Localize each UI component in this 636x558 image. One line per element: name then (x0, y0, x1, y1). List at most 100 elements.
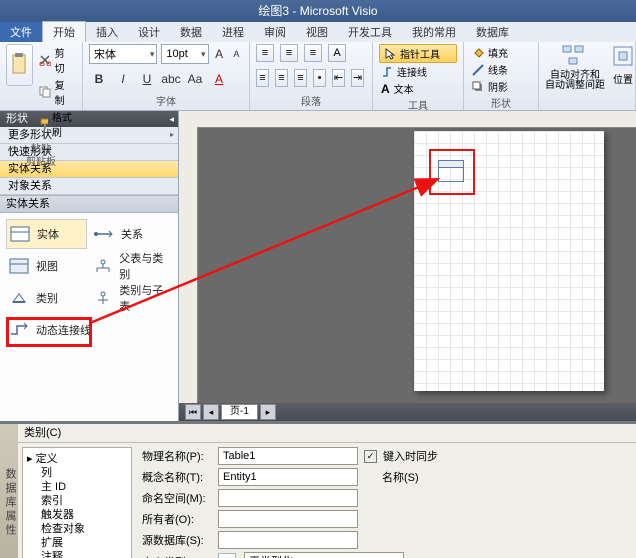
align-left-button[interactable]: ≡ (256, 69, 269, 87)
stencil: 实体 关系 视图 父表与类别 类别 (0, 213, 178, 421)
auto-align-button[interactable]: 自动对齐和 自动调整间距 (545, 44, 605, 91)
tab-process[interactable]: 进程 (212, 22, 254, 42)
dynamic-icon (8, 321, 30, 339)
conc-label: 概念名称(T): (142, 469, 212, 485)
entity-icon (9, 225, 31, 243)
tab-file[interactable]: 文件 (0, 22, 42, 42)
group-label-para: 段落 (256, 93, 366, 108)
tab-dev[interactable]: 开发工具 (338, 22, 402, 42)
strike-button[interactable]: abc (161, 69, 181, 89)
phys-label: 物理名称(P): (142, 448, 212, 464)
shadow-button[interactable]: 阴影 (470, 78, 532, 95)
tab-nav-prev[interactable]: ◂ (203, 404, 219, 420)
position-button[interactable]: 位置 (611, 44, 635, 86)
view-icon (8, 257, 30, 275)
fill-button[interactable]: 填充 (470, 44, 532, 61)
sync-label: 键入时同步 (383, 448, 438, 464)
font-color-button[interactable]: A (209, 69, 229, 89)
underline-button[interactable]: U (137, 69, 157, 89)
orient-button[interactable]: A (328, 44, 346, 62)
tree-ext[interactable]: 扩展 (27, 536, 127, 550)
stencil-category[interactable]: 类别 (6, 283, 87, 313)
shrink-font-button[interactable]: A (230, 44, 243, 64)
tree-primary-id[interactable]: 主 ID (27, 480, 127, 494)
group-label-font: 字体 (89, 93, 243, 108)
tab-nav-first[interactable]: ⏮ (185, 404, 201, 420)
text-tool-button[interactable]: A文本 (379, 80, 457, 97)
stencil-parent[interactable]: 父表与类别 (91, 251, 172, 281)
tree-notes[interactable]: 注释 (27, 550, 127, 558)
align-center-button[interactable]: ≡ (275, 69, 288, 87)
conc-input[interactable]: Entity1 (218, 468, 358, 486)
tree-index[interactable]: 索引 (27, 494, 127, 508)
tree-trigger[interactable]: 触发器 (27, 508, 127, 522)
vertical-ruler (179, 111, 198, 421)
tab-db[interactable]: 数据库 (466, 22, 519, 42)
deftype-x-button[interactable]: ✕ (218, 553, 236, 558)
tab-design[interactable]: 设计 (128, 22, 170, 42)
stencil-catchild[interactable]: 类别与子表 (91, 283, 172, 313)
case-button[interactable]: Aa (185, 69, 205, 89)
definition-form: 物理名称(P): Table1 ✓ 键入时同步 概念名称(T): Entity1… (136, 443, 636, 558)
canvas[interactable]: ⏮ ◂ 页-1 ▸ (179, 111, 636, 421)
entity-shape[interactable] (438, 160, 464, 182)
page-tabstrip: ⏮ ◂ 页-1 ▸ (179, 403, 636, 421)
font-size-select[interactable]: 10pt (161, 44, 208, 64)
shapes-obj[interactable]: 对象关系 (0, 178, 178, 195)
indent-inc-button[interactable]: ⇥ (351, 69, 364, 87)
copy-button[interactable]: 复制 (37, 76, 76, 108)
category-header: 类别(C) (18, 424, 636, 443)
tree-check[interactable]: 检查对象 (27, 522, 127, 536)
sync-names-label: 名称(S) (382, 469, 419, 485)
ns-input[interactable] (218, 489, 358, 507)
line-button[interactable]: 线条 (470, 61, 532, 78)
deftype-label: 定义类型: (142, 554, 212, 558)
dropped-entity-highlight (429, 149, 475, 195)
cut-button[interactable]: 剪切 (37, 44, 76, 76)
db-properties-panel: 数据库属性 类别(C) ▸ 定义 列 主 ID 索引 触发器 检查对象 扩展 注… (0, 421, 636, 558)
ribbon: 剪切 复制 格式刷 粘贴 剪贴板 宋体 10pt A A B I U abc A… (0, 42, 636, 111)
sync-checkbox[interactable]: ✓ (364, 450, 377, 463)
src-input[interactable] (218, 531, 358, 549)
tree-root[interactable]: ▸ 定义 (27, 452, 127, 466)
stencil-view[interactable]: 视图 (6, 251, 87, 281)
stencil-relation[interactable]: 关系 (91, 219, 172, 249)
tab-nav-next[interactable]: ▸ (260, 404, 276, 420)
stencil-entity[interactable]: 实体 (6, 219, 87, 249)
indent-dec-button[interactable]: ⇤ (332, 69, 345, 87)
tab-insert[interactable]: 插入 (86, 22, 128, 42)
paste-button[interactable] (6, 44, 33, 86)
stencil-dynamic[interactable]: 动态连接线 (6, 315, 172, 345)
bold-button[interactable]: B (89, 69, 109, 89)
tree-columns[interactable]: 列 (27, 466, 127, 480)
relation-icon (93, 225, 115, 243)
group-label-tools: 工具 (379, 97, 457, 112)
align-bot-button[interactable]: ≡ (304, 44, 322, 62)
grow-font-button[interactable]: A (213, 44, 226, 64)
tab-review[interactable]: 审阅 (254, 22, 296, 42)
format-painter-button[interactable]: 格式刷 (37, 108, 76, 140)
src-label: 源数据库(S): (142, 532, 212, 548)
category-tree[interactable]: ▸ 定义 列 主 ID 索引 触发器 检查对象 扩展 注释 (22, 447, 132, 558)
tab-custom[interactable]: 我的常用 (402, 22, 466, 42)
phys-input[interactable]: Table1 (218, 447, 358, 465)
tab-home[interactable]: 开始 (42, 21, 86, 42)
drawing-page[interactable] (414, 131, 604, 391)
bullets-button[interactable]: • (313, 69, 326, 87)
align-right-button[interactable]: ≡ (294, 69, 307, 87)
db-properties-tab[interactable]: 数据库属性 (0, 424, 18, 558)
parent-icon (93, 257, 113, 275)
italic-button[interactable]: I (113, 69, 133, 89)
tab-data[interactable]: 数据 (170, 22, 212, 42)
pointer-tool-button[interactable]: 指针工具 (379, 44, 457, 63)
font-name-select[interactable]: 宋体 (89, 44, 157, 64)
ns-label: 命名空间(M): (142, 490, 212, 506)
deftype-select[interactable]: 无类型化 (244, 552, 404, 558)
page-tab-1[interactable]: 页-1 (221, 404, 258, 420)
align-top-button[interactable]: ≡ (256, 44, 274, 62)
connector-tool-button[interactable]: 连接线 (379, 63, 457, 80)
tab-view[interactable]: 视图 (296, 22, 338, 42)
align-mid-button[interactable]: ≡ (280, 44, 298, 62)
shapes-subhead: 实体关系 (0, 195, 178, 213)
owner-input[interactable] (218, 510, 358, 528)
